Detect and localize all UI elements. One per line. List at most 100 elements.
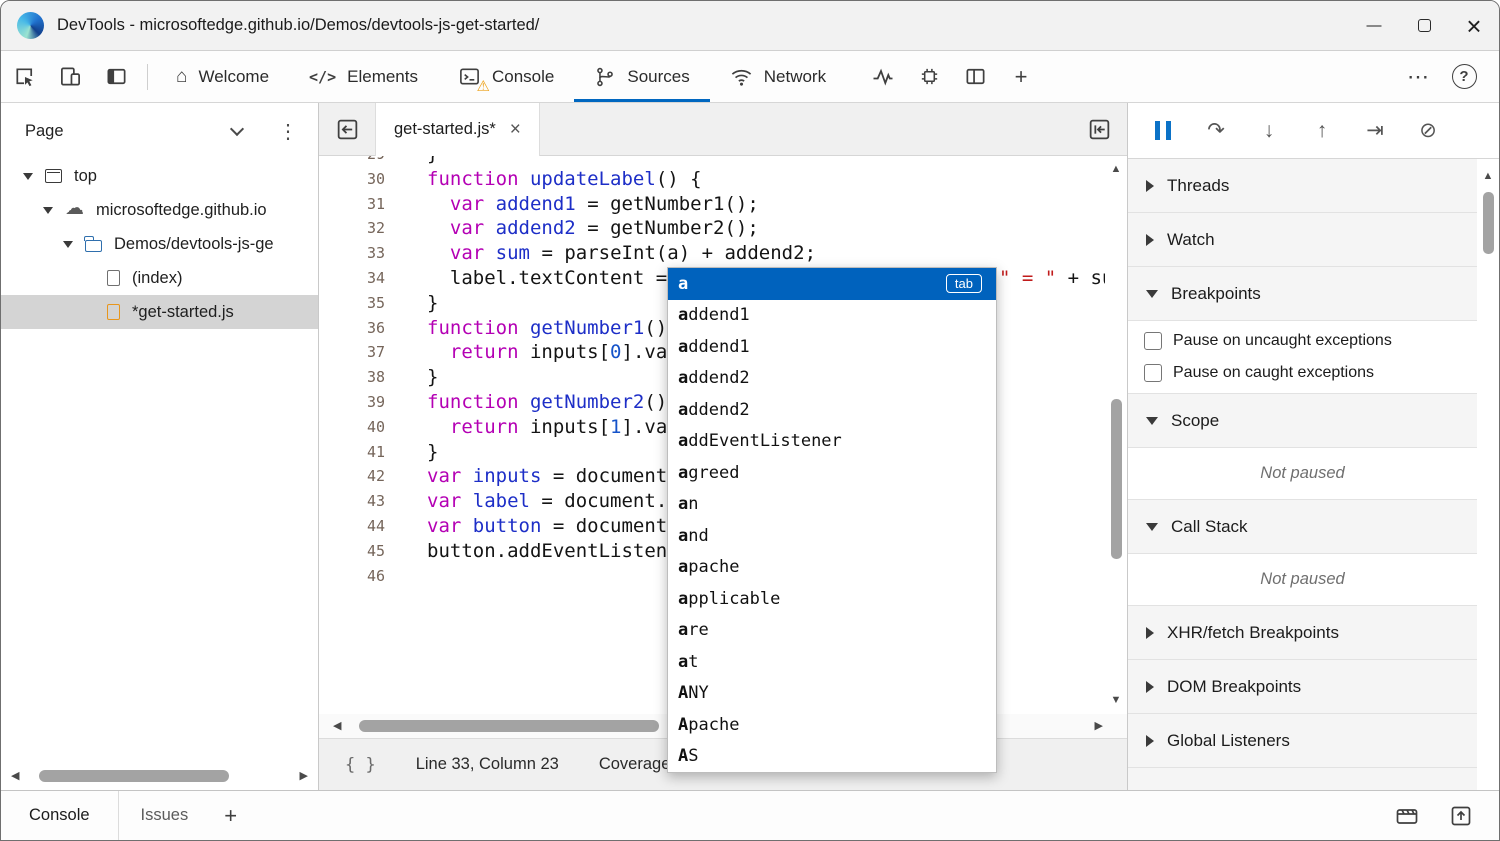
line-number[interactable]: 36 (319, 316, 397, 341)
autocomplete-item[interactable]: AS (668, 741, 996, 773)
inspect-button[interactable] (1, 51, 47, 102)
tree-item-top[interactable]: top (1, 159, 318, 193)
close-tab-icon[interactable]: × (510, 120, 521, 139)
section-header-watch[interactable]: Watch (1128, 213, 1477, 267)
tab-sources[interactable]: Sources (574, 51, 709, 102)
autocomplete-item[interactable]: applicable (668, 583, 996, 615)
code-line[interactable]: var sum = parseInt(a) + addend2; (427, 241, 1105, 266)
sidebar-horizontal-scrollbar[interactable]: ◀ ▶ (1, 768, 318, 784)
checkbox[interactable] (1144, 332, 1162, 350)
deactivate-breakpoints-button[interactable]: ⊘ (1415, 118, 1441, 143)
section-header-scope[interactable]: Scope (1128, 394, 1477, 448)
line-number[interactable]: 32 (319, 216, 397, 241)
drawer-tab-issues[interactable]: Issues (119, 791, 211, 840)
line-number[interactable]: 38 (319, 365, 397, 390)
more-options-button[interactable]: ⋯ (1395, 51, 1441, 102)
scrollbar-track[interactable] (25, 770, 293, 782)
maximize-button[interactable] (1399, 1, 1449, 50)
line-number[interactable]: 46 (319, 564, 397, 589)
section-header-global-listeners[interactable]: Global Listeners (1128, 714, 1477, 768)
scroll-right-icon[interactable]: ▶ (300, 771, 308, 782)
scrollbar-thumb[interactable] (359, 720, 659, 732)
tree-item-origin[interactable]: ☁ microsoftedge.github.io (1, 193, 318, 227)
panel-vertical-scrollbar[interactable]: ▲ (1477, 159, 1499, 790)
navigator-toggle-button[interactable] (319, 103, 375, 155)
chevron-down-icon[interactable] (230, 122, 244, 136)
line-number[interactable]: 45 (319, 539, 397, 564)
tree-expand-icon[interactable] (63, 241, 73, 248)
line-number[interactable]: 41 (319, 440, 397, 465)
code-line[interactable]: function updateLabel() { (427, 167, 1105, 192)
checkbox[interactable] (1144, 364, 1162, 382)
line-number[interactable]: 33 (319, 241, 397, 266)
screencast-button[interactable] (1395, 804, 1419, 828)
line-number[interactable]: 39 (319, 390, 397, 415)
scroll-left-icon[interactable]: ◀ (333, 721, 341, 732)
tab-console[interactable]: ⚠ Console (438, 51, 574, 102)
code-line[interactable]: var addend2 = getNumber2(); (427, 216, 1105, 241)
close-button[interactable]: × (1449, 1, 1499, 50)
tree-item-get-started[interactable]: *get-started.js (1, 295, 318, 329)
autocomplete-item[interactable]: and (668, 520, 996, 552)
expand-panel-button[interactable] (1449, 804, 1473, 828)
autocomplete-item[interactable]: are (668, 615, 996, 647)
drawer-tab-console[interactable]: Console (1, 791, 118, 840)
section-header-call-stack[interactable]: Call Stack (1128, 500, 1477, 554)
line-number[interactable]: 31 (319, 192, 397, 217)
tree-expand-icon[interactable] (23, 173, 33, 180)
line-number[interactable]: 29 (319, 156, 397, 167)
autocomplete-item[interactable]: at (668, 646, 996, 678)
section-header-breakpoints[interactable]: Breakpoints (1128, 267, 1477, 321)
autocomplete-item[interactable]: atab (668, 268, 996, 300)
tree-expand-icon[interactable] (43, 207, 53, 214)
section-header-dom-breakpoints[interactable]: DOM Breakpoints (1128, 660, 1477, 714)
line-number[interactable]: 43 (319, 489, 397, 514)
autocomplete-item[interactable]: addend2 (668, 363, 996, 395)
device-emulation-button[interactable] (47, 51, 93, 102)
tab-elements[interactable]: </> Elements (289, 51, 438, 102)
braces-icon[interactable]: { } (345, 755, 376, 775)
line-number[interactable]: 35 (319, 291, 397, 316)
line-number[interactable]: 37 (319, 340, 397, 365)
autocomplete-item[interactable]: addEventListener (668, 426, 996, 458)
memory-button[interactable] (906, 51, 952, 102)
breakpoint-option-row[interactable]: Pause on uncaught exceptions (1128, 325, 1477, 357)
tab-welcome[interactable]: ⌂ Welcome (156, 51, 289, 102)
autocomplete-item[interactable]: an (668, 489, 996, 521)
line-number[interactable]: 40 (319, 415, 397, 440)
minimize-button[interactable]: — (1349, 1, 1399, 50)
scroll-right-icon[interactable]: ▶ (1095, 721, 1103, 732)
code-line[interactable]: } (427, 156, 1105, 167)
dock-side-button[interactable] (93, 51, 139, 102)
autocomplete-item[interactable]: apache (668, 552, 996, 584)
line-number[interactable]: 34 (319, 266, 397, 291)
code-line[interactable]: var addend1 = getNumber1(); (427, 192, 1105, 217)
line-number[interactable]: 42 (319, 464, 397, 489)
scroll-up-icon[interactable]: ▲ (1111, 164, 1122, 175)
step-over-button[interactable]: ↷ (1203, 118, 1229, 143)
editor-tab-get-started[interactable]: get-started.js* × (375, 103, 540, 156)
section-header-xhr-fetch-breakpoints[interactable]: XHR/fetch Breakpoints (1128, 606, 1477, 660)
scroll-left-icon[interactable]: ◀ (11, 771, 19, 782)
scroll-up-icon[interactable]: ▲ (1483, 171, 1494, 182)
breakpoint-option-row[interactable]: Pause on caught exceptions (1128, 357, 1477, 389)
line-number[interactable]: 30 (319, 167, 397, 192)
tree-item-folder[interactable]: Demos/devtools-js-ge (1, 227, 318, 261)
layout-button[interactable] (952, 51, 998, 102)
scroll-down-icon[interactable]: ▼ (1111, 695, 1122, 706)
autocomplete-item[interactable]: addend1 (668, 300, 996, 332)
kebab-menu-icon[interactable]: ⋮ (278, 119, 298, 144)
debugger-toggle-button[interactable] (1071, 103, 1127, 155)
help-button[interactable]: ? (1441, 51, 1487, 102)
pause-button[interactable] (1150, 121, 1176, 140)
autocomplete-item[interactable]: Apache (668, 709, 996, 741)
autocomplete-item[interactable]: agreed (668, 457, 996, 489)
line-number[interactable]: 44 (319, 514, 397, 539)
performance-button[interactable] (860, 51, 906, 102)
scrollbar-thumb[interactable] (39, 770, 229, 782)
autocomplete-item[interactable]: addend1 (668, 331, 996, 363)
add-panel-button[interactable]: + (998, 51, 1044, 102)
step-out-button[interactable]: ↑ (1309, 119, 1335, 143)
tab-network[interactable]: Network (710, 51, 846, 102)
scrollbar-thumb[interactable] (1111, 399, 1122, 559)
